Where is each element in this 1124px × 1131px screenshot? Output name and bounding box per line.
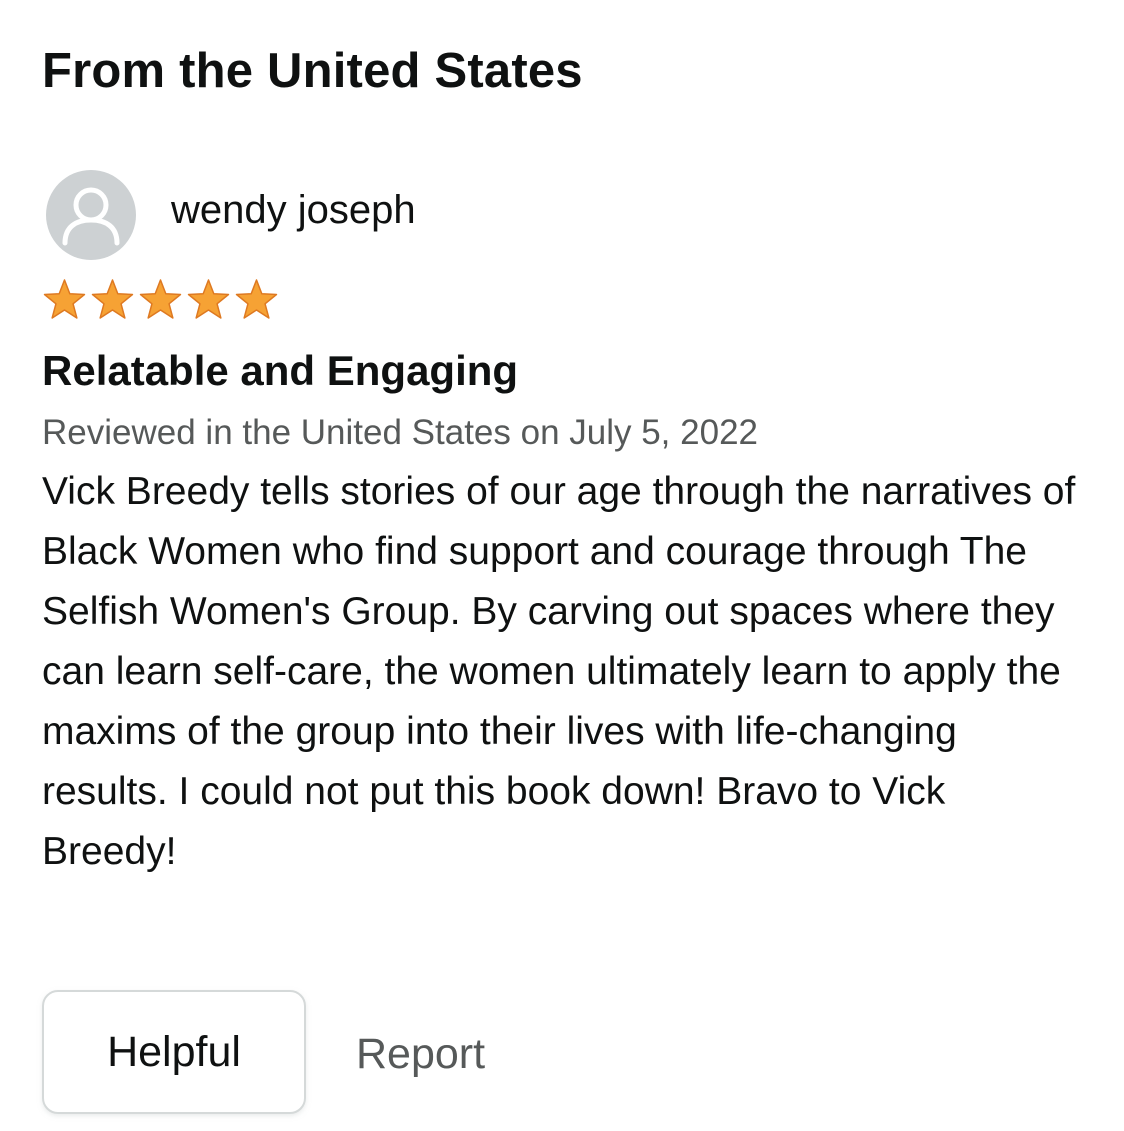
helpful-button[interactable]: Helpful <box>42 990 306 1114</box>
review-body: Vick Breedy tells stories of our age thr… <box>42 470 1076 873</box>
star-icon <box>187 279 230 319</box>
star-icon <box>43 279 86 319</box>
review-date: Reviewed in the United States on July 5,… <box>42 413 758 452</box>
avatar <box>46 170 136 260</box>
star-icon <box>139 279 182 319</box>
section-heading: From the United States <box>42 44 583 98</box>
star-icon <box>235 279 278 319</box>
reviewer-profile[interactable]: wendy joseph <box>46 170 416 260</box>
person-silhouette-icon <box>62 187 120 246</box>
reviewer-name[interactable]: wendy joseph <box>171 185 416 235</box>
review-title[interactable]: Relatable and Engaging <box>42 344 518 398</box>
star-icon <box>91 279 134 319</box>
star-rating <box>42 278 279 322</box>
report-link[interactable]: Report <box>356 1026 485 1082</box>
